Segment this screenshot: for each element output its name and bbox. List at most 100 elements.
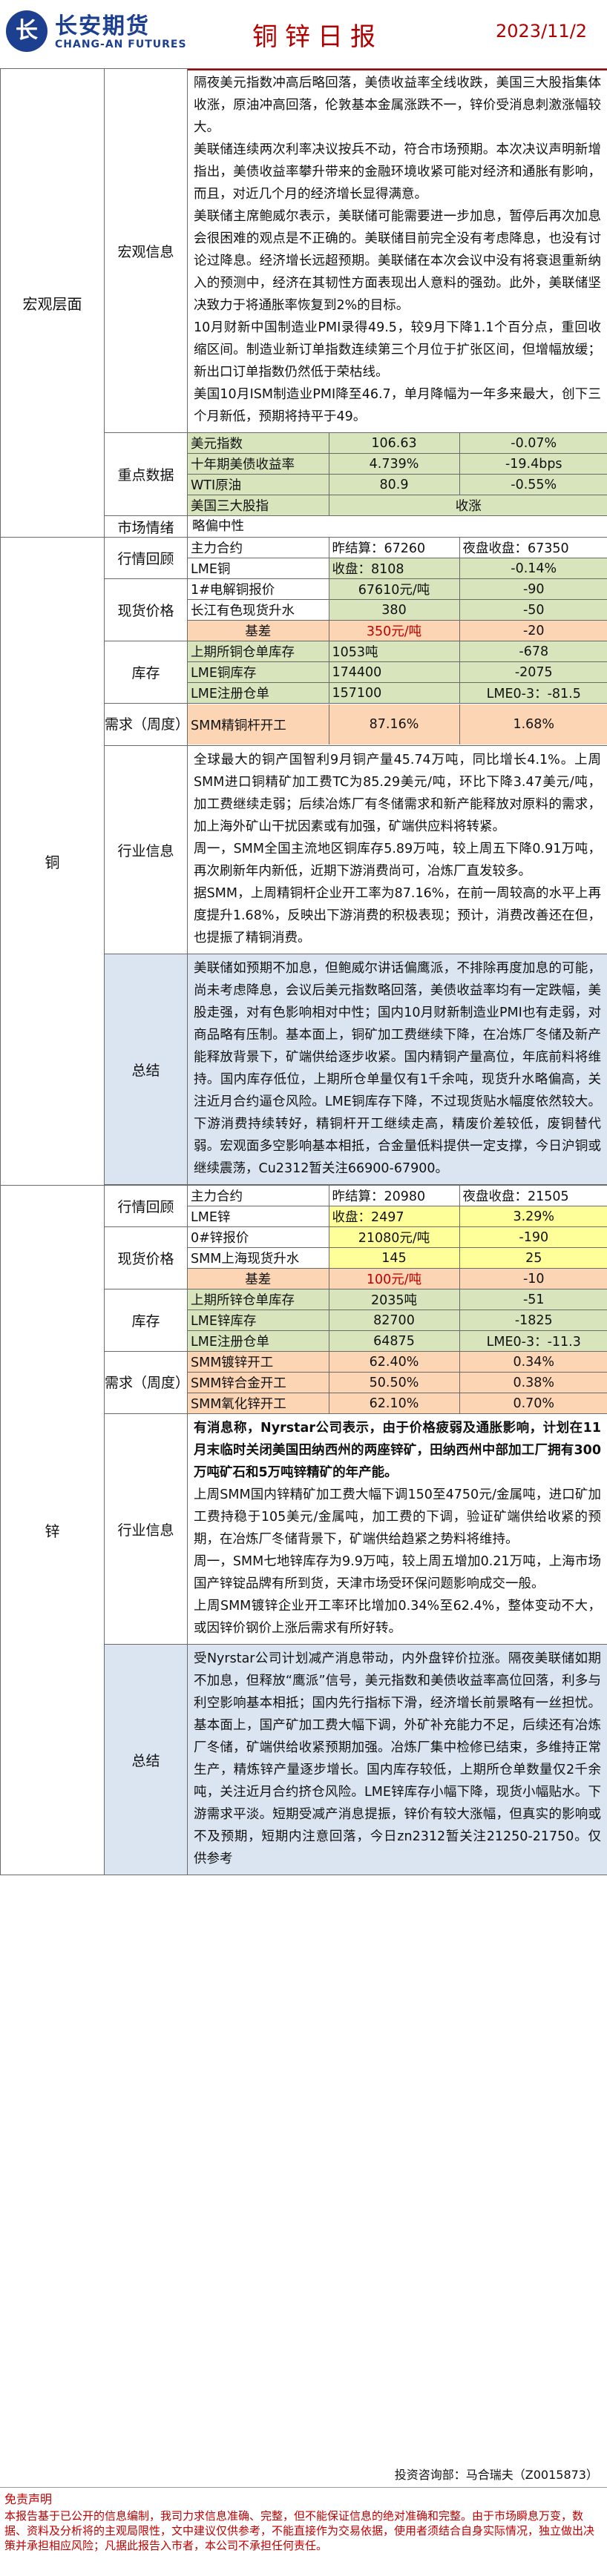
table-row: LME锌库存 82700 -1825: [188, 1310, 607, 1331]
zinc-summary-text: 受Nyrstar公司计划减产消息带动，内外盘锌价拉涨。隔夜美联储如期不加息，但释…: [187, 1644, 607, 1875]
table-cell: -2075: [459, 661, 607, 683]
table-cell: -0.14%: [459, 558, 607, 578]
macro-info-text: 隔夜美元指数冲高后略回落，美债收益率全线收跌，美国三大股指集体收涨，原油冲高回落…: [187, 68, 607, 433]
table-cell: 收盘：8108: [328, 558, 460, 578]
table-cell: LME铜库存: [188, 661, 329, 683]
key-data-value: 收涨: [328, 495, 607, 515]
table-row: SMM氧化锌开工 62.10% 0.70%: [188, 1393, 607, 1413]
key-data-name: 美元指数: [188, 433, 329, 454]
table-cell: 145: [328, 1247, 460, 1269]
key-data-label: 重点数据: [104, 432, 188, 516]
table-row: LME锌 收盘：2497 3.29%: [188, 1206, 607, 1226]
copper-stock-cell: 上期所铜仓单库存 1053吨 -678 LME铜库存 174400 -2075 …: [187, 641, 607, 704]
key-data-name: 十年期美债收益率: [188, 453, 329, 475]
macro-paragraph: 美联储主席鲍威尔表示，美联储可能需要进一步加息，暂停后再次加息会很困难的观点是不…: [194, 209, 601, 313]
table-cell: 1053吨: [328, 641, 460, 662]
copper-industry-paragraph: 据SMM，上周精铜杆企业开工率为87.16%，在前一周较高的水平上再度提升1.6…: [194, 886, 601, 945]
table-cell: LME铜: [188, 558, 329, 578]
report-header: 长 长安期货 CHANG-AN FUTURES 铜锌日报 2023/11/2: [0, 0, 607, 70]
table-cell: 昨结算：20980: [328, 1186, 460, 1206]
zinc-stock-label: 库存: [104, 1289, 188, 1352]
table-cell: SMM镀锌开工: [188, 1352, 329, 1373]
table-cell: -50: [459, 599, 607, 621]
zinc-stock-cell: 上期所锌仓单库存 2035吨 -51 LME锌库存 82700 -1825 LM…: [187, 1289, 607, 1352]
table-row: LME铜库存 174400 -2075: [188, 661, 607, 683]
table-cell: 350元/吨: [328, 620, 460, 641]
copper-spot-cell: 1#电解铜报价 67610元/吨 -90 长江有色现货升水 380 -50 基差…: [187, 578, 607, 641]
table-cell: 82700: [328, 1310, 460, 1331]
sentiment-value: 略偏中性: [187, 515, 607, 538]
sentiment-label: 市场情绪: [104, 515, 188, 538]
table-cell: 50.50%: [328, 1372, 460, 1393]
table-cell: 收盘：2497: [328, 1206, 460, 1226]
table-cell: 67610元/吨: [328, 579, 460, 600]
copper-section-label: 铜: [0, 537, 105, 1186]
key-data-value: 80.9: [328, 474, 460, 495]
table-cell: -20: [459, 620, 607, 641]
table-cell: 长江有色现货升水: [188, 599, 329, 621]
report-grid: 宏观层面 宏观信息 隔夜美元指数冲高后略回落，美债收益率全线收跌，美国三大股指集…: [0, 68, 607, 1875]
logo-mark-icon: 长: [6, 10, 47, 52]
table-cell: -51: [459, 1289, 607, 1310]
table-cell: LME锌: [188, 1206, 329, 1226]
report-date: 2023/11/2: [496, 21, 588, 42]
key-data-change: -19.4bps: [459, 453, 607, 475]
table-cell: 174400: [328, 661, 460, 683]
table-cell: SMM上海现货升水: [188, 1247, 329, 1269]
table-cell: -1825: [459, 1310, 607, 1331]
copper-demand-label: 需求（周度）: [104, 703, 189, 746]
zinc-industry-text: 有消息称，Nyrstar公司表示，由于价格疲弱及通胀影响，计划在11月末临时关闭…: [187, 1413, 607, 1645]
zinc-industry-paragraph: 有消息称，Nyrstar公司表示，由于价格疲弱及通胀影响，计划在11月末临时关闭…: [194, 1421, 601, 1480]
table-cell: 上期所锌仓单库存: [188, 1289, 329, 1310]
key-data-change: -0.55%: [459, 474, 607, 495]
table-row: SMM镀锌开工 62.40% 0.34%: [188, 1352, 607, 1373]
report-title: 铜锌日报: [252, 22, 383, 52]
disclaimer-title: 免责声明: [4, 2492, 53, 2506]
table-cell: 157100: [328, 682, 460, 703]
copper-demand-table: SMM精铜杆开工 87.16% 1.68%: [188, 704, 607, 744]
table-row: 十年期美债收益率 4.739% -19.4bps: [188, 453, 607, 475]
table-row: 长江有色现货升水 380 -50: [188, 599, 607, 621]
table-row: 主力合约 昨结算：20980 夜盘收盘：21505: [188, 1186, 607, 1206]
zinc-stock-table: 上期所锌仓单库存 2035吨 -51 LME锌库存 82700 -1825 LM…: [188, 1289, 607, 1351]
table-cell: LME0-3：-11.3: [459, 1330, 607, 1351]
macro-paragraph: 隔夜美元指数冲高后略回落，美债收益率全线收跌，美国三大股指集体收涨，原油冲高回落…: [194, 76, 601, 135]
table-row: 美元指数 106.63 -0.07%: [188, 433, 607, 454]
table-cell: 基差: [188, 1268, 329, 1289]
zinc-industry-paragraph: 周一，SMM七地锌库存为9.9万吨，较上周五增加0.21万吨，上海市场国产锌锭品…: [194, 1554, 601, 1591]
copper-stock-label: 库存: [104, 641, 188, 704]
table-cell: 62.40%: [328, 1352, 460, 1373]
copper-market-label: 行情回顾: [104, 537, 188, 579]
company-logo: 长 长安期货 CHANG-AN FUTURES: [6, 7, 206, 59]
macro-section-label: 宏观层面: [0, 68, 105, 538]
table-row: 基差 350元/吨 -20: [188, 620, 607, 641]
zinc-industry-paragraph: 上周SMM镀锌企业开工率环比增加0.34%至62.4%，整体变动不大，或因锌价钢…: [194, 1599, 601, 1636]
macro-info-label: 宏观信息: [104, 68, 188, 433]
table-cell: 0.38%: [459, 1372, 607, 1393]
table-cell: 0#锌报价: [188, 1227, 329, 1248]
macro-paragraph: 美国10月ISM制造业PMI降至46.7，单月降幅为一年多来最大，创下三个月新低…: [194, 387, 601, 424]
table-row: LME注册仓单 157100 LME0-3：-81.5: [188, 682, 607, 703]
table-cell: 主力合约: [188, 538, 329, 558]
table-row: 美国三大股指 收涨: [188, 495, 607, 515]
macro-paragraph: 美联储连续两次利率决议按兵不动，符合市场预期。本次决议声明新增指出，美债收益率攀…: [194, 142, 601, 202]
table-cell: 0.70%: [459, 1393, 607, 1413]
table-cell: SMM锌合金开工: [188, 1372, 329, 1393]
zinc-industry-label: 行业信息: [104, 1413, 188, 1645]
zinc-demand-cell: SMM镀锌开工 62.40% 0.34% SMM锌合金开工 50.50% 0.3…: [187, 1351, 607, 1414]
disclaimer-text: 本报告基于已公开的信息编制，我司力求信息准确、完整，但不能保证信息的绝对准确和完…: [4, 2509, 595, 2552]
zinc-market-table: 主力合约 昨结算：20980 夜盘收盘：21505 LME锌 收盘：2497 3…: [188, 1186, 607, 1226]
copper-market-table: 主力合约 昨结算：67260 夜盘收盘：67350 LME铜 收盘：8108 -…: [188, 538, 607, 578]
zinc-spot-label: 现货价格: [104, 1226, 188, 1289]
table-cell: 1.68%: [459, 704, 607, 744]
copper-demand-cell: SMM精铜杆开工 87.16% 1.68%: [187, 703, 607, 746]
key-data-name: WTI原油: [188, 474, 329, 495]
table-cell: -678: [459, 641, 607, 662]
table-row: WTI原油 80.9 -0.55%: [188, 474, 607, 495]
table-cell: 3.29%: [459, 1206, 607, 1226]
report-page: 长 长安期货 CHANG-AN FUTURES 铜锌日报 2023/11/2 宏…: [0, 0, 607, 2576]
table-row: 上期所锌仓单库存 2035吨 -51: [188, 1289, 607, 1310]
table-row: 0#锌报价 21080元/吨 -190: [188, 1227, 607, 1248]
zinc-summary-paragraph: 受Nyrstar公司计划减产消息带动，内外盘锌价拉涨。隔夜美联储如期不加息，但释…: [194, 1651, 601, 1866]
table-cell: LME注册仓单: [188, 1330, 329, 1351]
